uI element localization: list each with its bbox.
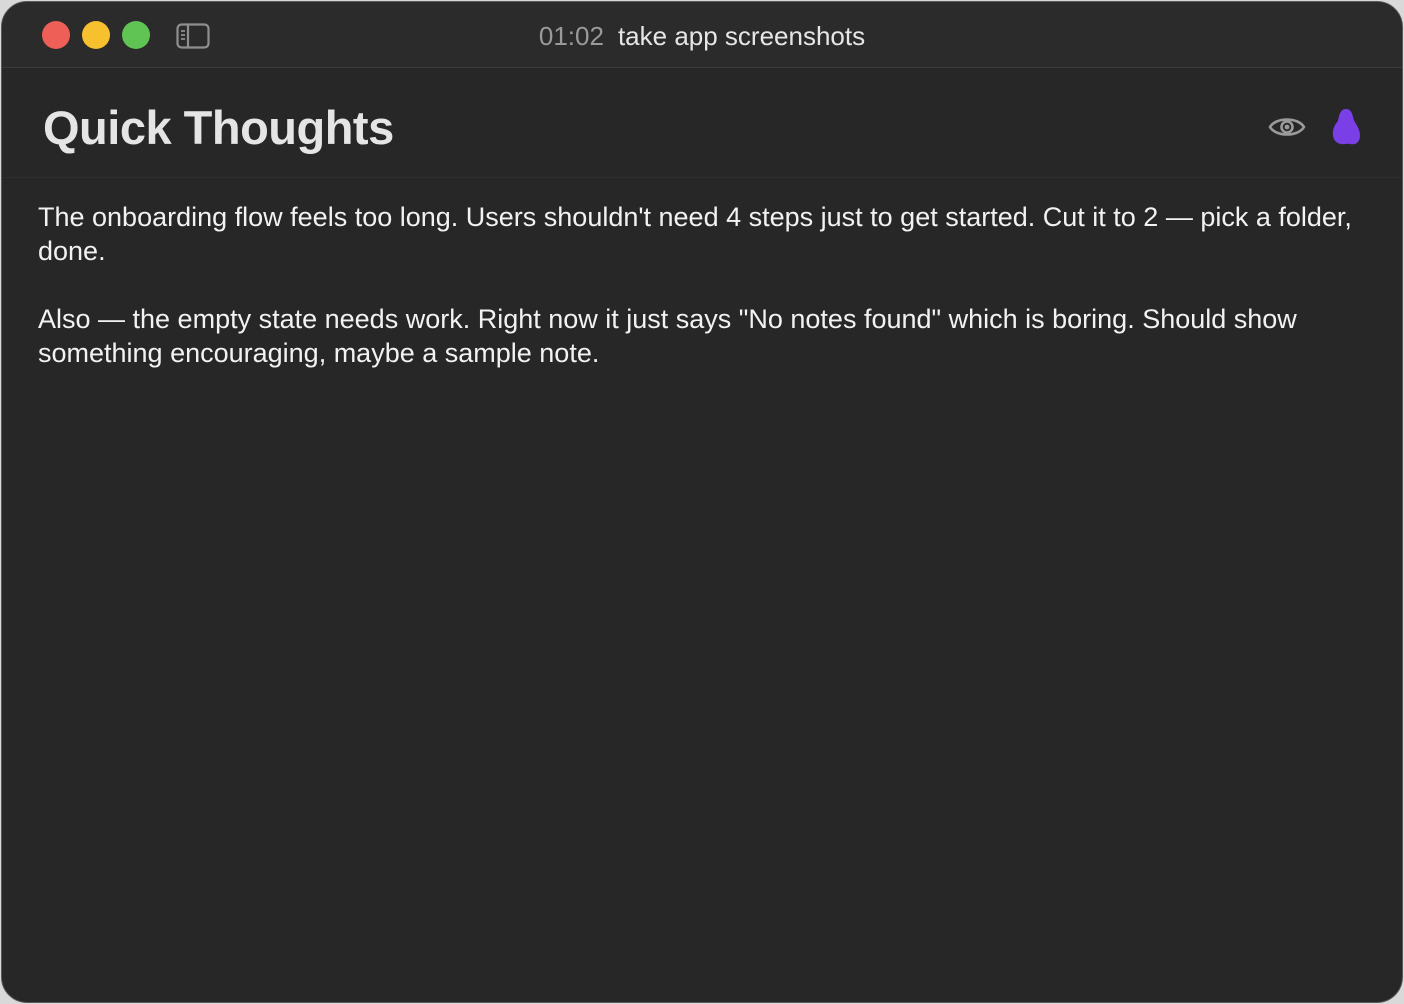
note-body[interactable]: The onboarding flow feels too long. User…	[38, 200, 1374, 404]
window-title-text: take app screenshots	[617, 21, 866, 51]
note-paragraph: The onboarding flow feels too long. User…	[38, 202, 1352, 266]
eye-icon[interactable]	[1268, 114, 1306, 140]
note-header: Quick Thoughts	[2, 68, 1402, 178]
note-title[interactable]: Quick Thoughts	[43, 100, 394, 156]
timer-readout: 01:02	[538, 21, 604, 51]
purple-blob-icon[interactable]	[1331, 108, 1361, 146]
window-title: 01:02 take app screenshots	[2, 21, 1402, 51]
app-window: 01:02 take app screenshots Quick Thoughts…	[1, 1, 1403, 1003]
title-bar: 01:02 take app screenshots	[2, 2, 1402, 68]
note-paragraph: Also — the empty state needs work. Right…	[38, 304, 1297, 368]
